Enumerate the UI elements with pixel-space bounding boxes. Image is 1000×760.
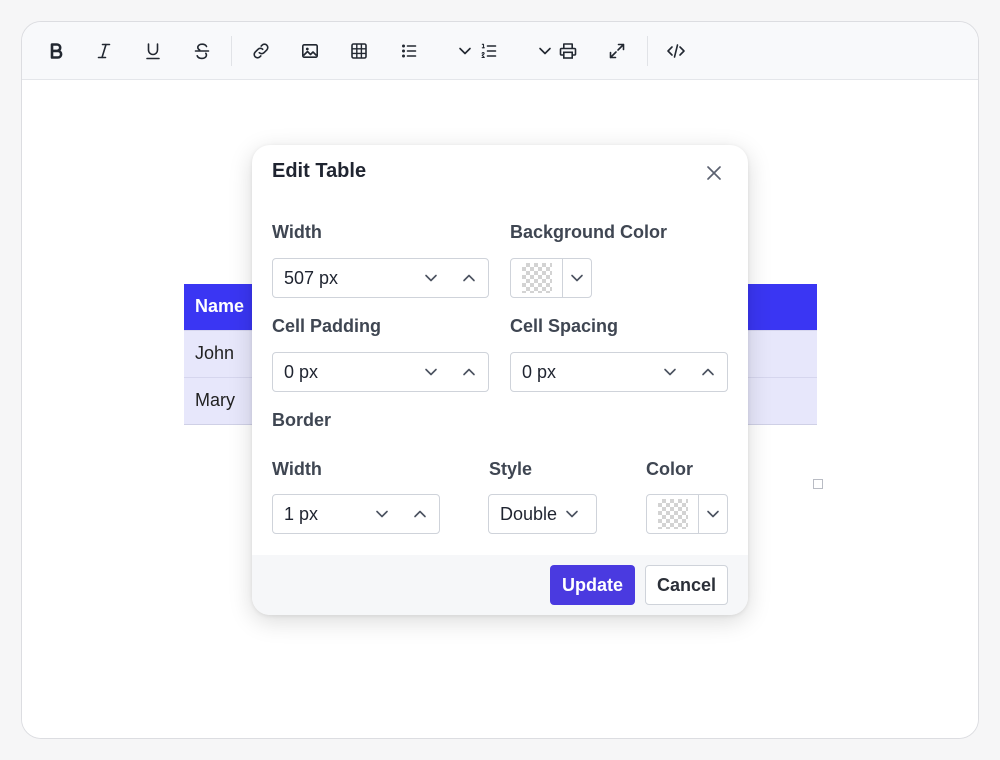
cell-spacing-stepper[interactable]: 0 px bbox=[510, 352, 728, 392]
edit-table-dialog: Edit Table Width 507 px Background Color… bbox=[252, 145, 748, 615]
bold-icon[interactable] bbox=[41, 36, 71, 66]
source-code-icon[interactable] bbox=[661, 36, 691, 66]
width-stepper[interactable]: 507 px bbox=[272, 258, 489, 298]
background-color-picker[interactable] bbox=[510, 258, 592, 298]
cell-padding-value[interactable]: 0 px bbox=[273, 362, 412, 383]
border-style-label: Style bbox=[489, 459, 533, 479]
dialog-footer: Update Cancel bbox=[252, 555, 748, 615]
editor-toolbar bbox=[22, 22, 978, 80]
table-resize-handle[interactable] bbox=[813, 479, 823, 489]
border-section-label: Border bbox=[272, 410, 332, 430]
underline-icon[interactable] bbox=[138, 36, 168, 66]
chevron-up-icon[interactable] bbox=[450, 259, 488, 297]
cell-spacing-value[interactable]: 0 px bbox=[511, 362, 651, 383]
border-color-swatch-wrap bbox=[647, 495, 699, 533]
transparent-swatch bbox=[657, 499, 688, 529]
chevron-down-icon bbox=[565, 507, 579, 521]
cell-spacing-label: Cell Spacing bbox=[510, 316, 619, 336]
print-icon[interactable] bbox=[553, 36, 583, 66]
toolbar-separator bbox=[647, 36, 648, 66]
chevron-up-icon[interactable] bbox=[450, 353, 488, 391]
fullscreen-icon[interactable] bbox=[602, 36, 632, 66]
cell-padding-label: Cell Padding bbox=[272, 316, 382, 336]
chevron-down-icon[interactable] bbox=[412, 353, 450, 391]
cancel-button[interactable]: Cancel bbox=[645, 565, 728, 605]
cell-padding-stepper[interactable]: 0 px bbox=[272, 352, 489, 392]
border-style-select[interactable]: Double bbox=[488, 494, 597, 534]
italic-icon[interactable] bbox=[89, 36, 119, 66]
chevron-up-icon[interactable] bbox=[689, 353, 727, 391]
numbered-list-icon[interactable] bbox=[474, 36, 504, 66]
bulleted-list-icon[interactable] bbox=[394, 36, 424, 66]
chevron-down-icon[interactable] bbox=[651, 353, 689, 391]
close-icon[interactable] bbox=[702, 161, 726, 185]
chevron-down-icon[interactable] bbox=[563, 259, 591, 297]
dialog-title: Edit Table bbox=[272, 160, 367, 182]
border-width-label: Width bbox=[272, 459, 322, 479]
border-style-value: Double bbox=[500, 503, 558, 524]
image-icon[interactable] bbox=[295, 36, 325, 66]
chevron-down-icon[interactable] bbox=[699, 495, 727, 533]
border-color-label: Color bbox=[646, 459, 693, 479]
strikethrough-icon[interactable] bbox=[187, 36, 217, 66]
border-color-picker[interactable] bbox=[646, 494, 728, 534]
border-width-value[interactable]: 1 px bbox=[273, 504, 363, 525]
width-value[interactable]: 507 px bbox=[273, 268, 412, 289]
background-color-label: Background Color bbox=[510, 222, 668, 242]
width-label: Width bbox=[272, 222, 322, 242]
chevron-up-icon[interactable] bbox=[401, 495, 439, 533]
border-width-stepper[interactable]: 1 px bbox=[272, 494, 440, 534]
link-icon[interactable] bbox=[246, 36, 276, 66]
chevron-down-icon[interactable] bbox=[412, 259, 450, 297]
background-color-swatch-wrap bbox=[511, 259, 563, 297]
transparent-swatch bbox=[521, 263, 552, 293]
chevron-down-icon[interactable] bbox=[363, 495, 401, 533]
update-button[interactable]: Update bbox=[550, 565, 635, 605]
toolbar-separator bbox=[231, 36, 232, 66]
table-icon[interactable] bbox=[344, 36, 374, 66]
